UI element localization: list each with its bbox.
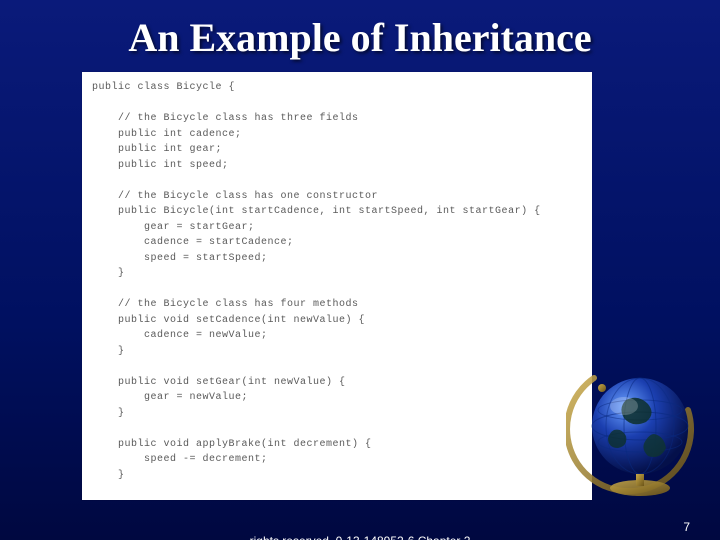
code-listing: public class Bicycle { // the Bicycle cl…: [82, 72, 592, 500]
page-number: 7: [683, 520, 690, 534]
footer-text: rights reserved. 0-13-148952-6 Chapter 2: [250, 534, 471, 540]
slide-title: An Example of Inheritance: [0, 0, 720, 61]
slide: An Example of Inheritance public class B…: [0, 0, 720, 540]
globe-icon: [566, 360, 706, 500]
